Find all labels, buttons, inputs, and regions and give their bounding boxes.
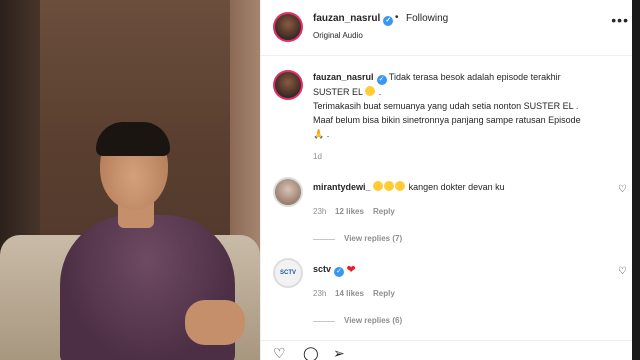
view-replies-line	[313, 321, 335, 322]
pray-emoji-icon: 🙏	[313, 129, 325, 139]
original-audio-link[interactable]: Original Audio	[313, 31, 363, 40]
person-hair	[96, 122, 170, 156]
comment-text: kangen dokter devan ku	[408, 182, 505, 192]
caption-line-5: .	[326, 129, 330, 139]
grimace-emoji-icon	[365, 86, 376, 96]
like-heart-icon[interactable]: ♡	[273, 345, 286, 360]
sctv-logo-text: SCTV	[279, 270, 296, 276]
caption-line-2: SUSTER EL	[313, 87, 363, 97]
caption-username[interactable]: fauzan_nasrul	[313, 72, 374, 82]
author-username[interactable]: fauzan_nasrul ✓	[313, 13, 394, 26]
view-replies-line	[313, 239, 335, 240]
reply-button[interactable]: Reply	[373, 289, 395, 298]
person-hand	[185, 300, 245, 345]
more-horizontal-icon[interactable]: •••	[611, 12, 629, 28]
post-media-image[interactable]	[0, 0, 260, 360]
caption-line-4: Maaf belum bisa bikin sinetronnya panjan…	[313, 115, 581, 125]
laugh-emoji-icon	[384, 181, 395, 191]
caption-timestamp[interactable]: 1d	[313, 152, 322, 161]
laugh-emoji-icon	[395, 181, 406, 191]
comments-panel: fauzan_nasrul ✓ • Following Original Audi…	[260, 0, 640, 360]
action-bar: ♡ ◯ ➢	[261, 340, 640, 360]
view-replies-button[interactable]: View replies (6)	[344, 316, 402, 325]
laugh-emoji-icon	[373, 181, 384, 191]
caption-line-3: Terimakasih buat semuanya yang udah seti…	[313, 101, 579, 111]
like-comment-heart-icon[interactable]: ♡	[618, 266, 627, 277]
caption-line-2-suffix: .	[378, 87, 382, 97]
background-window	[230, 0, 260, 260]
caption: fauzan_nasrul ✓ Tidak terasa besok adalah…	[313, 70, 623, 141]
author-avatar[interactable]	[273, 12, 303, 42]
separator-dot: •	[395, 12, 399, 23]
caption-line-1: Tidak terasa besok adalah episode terakh…	[388, 72, 561, 82]
post-viewer: fauzan_nasrul ✓ • Following Original Audi…	[0, 0, 640, 360]
comment-likes[interactable]: 12 likes	[335, 207, 364, 216]
comment-timestamp[interactable]: 23h	[313, 289, 326, 298]
post-header: fauzan_nasrul ✓ • Following Original Audi…	[261, 0, 640, 56]
comment-username[interactable]: sctv	[313, 264, 331, 274]
like-comment-heart-icon[interactable]: ♡	[618, 184, 627, 195]
window-edge	[632, 0, 640, 360]
verified-badge-icon: ✓	[334, 267, 345, 277]
comment-2: sctv ✓ ❤	[313, 262, 613, 277]
commenter-avatar[interactable]	[273, 177, 303, 207]
verified-badge-icon: ✓	[383, 16, 394, 26]
caption-author-avatar[interactable]	[273, 70, 303, 100]
comment-username[interactable]: mirantydewi_	[313, 182, 371, 192]
comment-timestamp[interactable]: 23h	[313, 207, 326, 216]
red-heart-emoji-icon: ❤	[346, 264, 356, 276]
comment-icon[interactable]: ◯	[303, 345, 319, 360]
view-replies-button[interactable]: View replies (7)	[344, 234, 402, 243]
reply-button[interactable]: Reply	[373, 207, 395, 216]
comment-1: mirantydewi_ kangen dokter devan ku	[313, 180, 613, 194]
author-username-text[interactable]: fauzan_nasrul	[313, 13, 380, 24]
verified-badge-icon: ✓	[376, 75, 387, 85]
sctv-avatar[interactable]: SCTV	[273, 258, 303, 288]
share-icon[interactable]: ➢	[333, 345, 345, 360]
following-button[interactable]: Following	[406, 13, 448, 24]
comment-likes[interactable]: 14 likes	[335, 289, 364, 298]
